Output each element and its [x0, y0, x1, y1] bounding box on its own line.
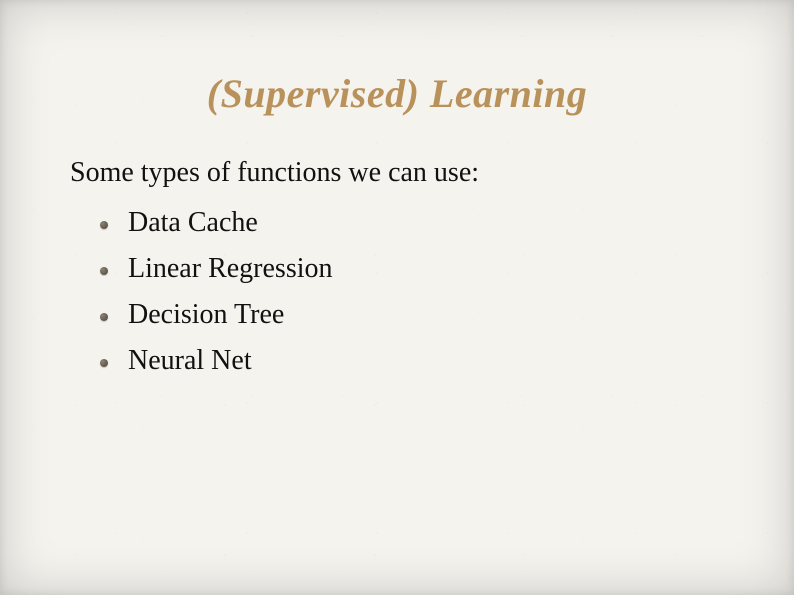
slide: (Supervised) Learning Some types of func… — [0, 0, 794, 595]
list-item-label: Data Cache — [128, 207, 258, 238]
bullet-list: Data Cache Linear Regression Decision Tr… — [70, 207, 724, 377]
list-item: Neural Net — [100, 345, 724, 377]
list-item: Linear Regression — [100, 253, 724, 285]
slide-intro-text: Some types of functions we can use: — [70, 157, 724, 189]
list-item: Data Cache — [100, 207, 724, 239]
list-item-label: Neural Net — [128, 345, 252, 376]
list-item-label: Decision Tree — [128, 299, 284, 330]
list-item: Decision Tree — [100, 299, 724, 331]
list-item-label: Linear Regression — [128, 253, 333, 284]
slide-title: (Supervised) Learning — [70, 70, 724, 117]
